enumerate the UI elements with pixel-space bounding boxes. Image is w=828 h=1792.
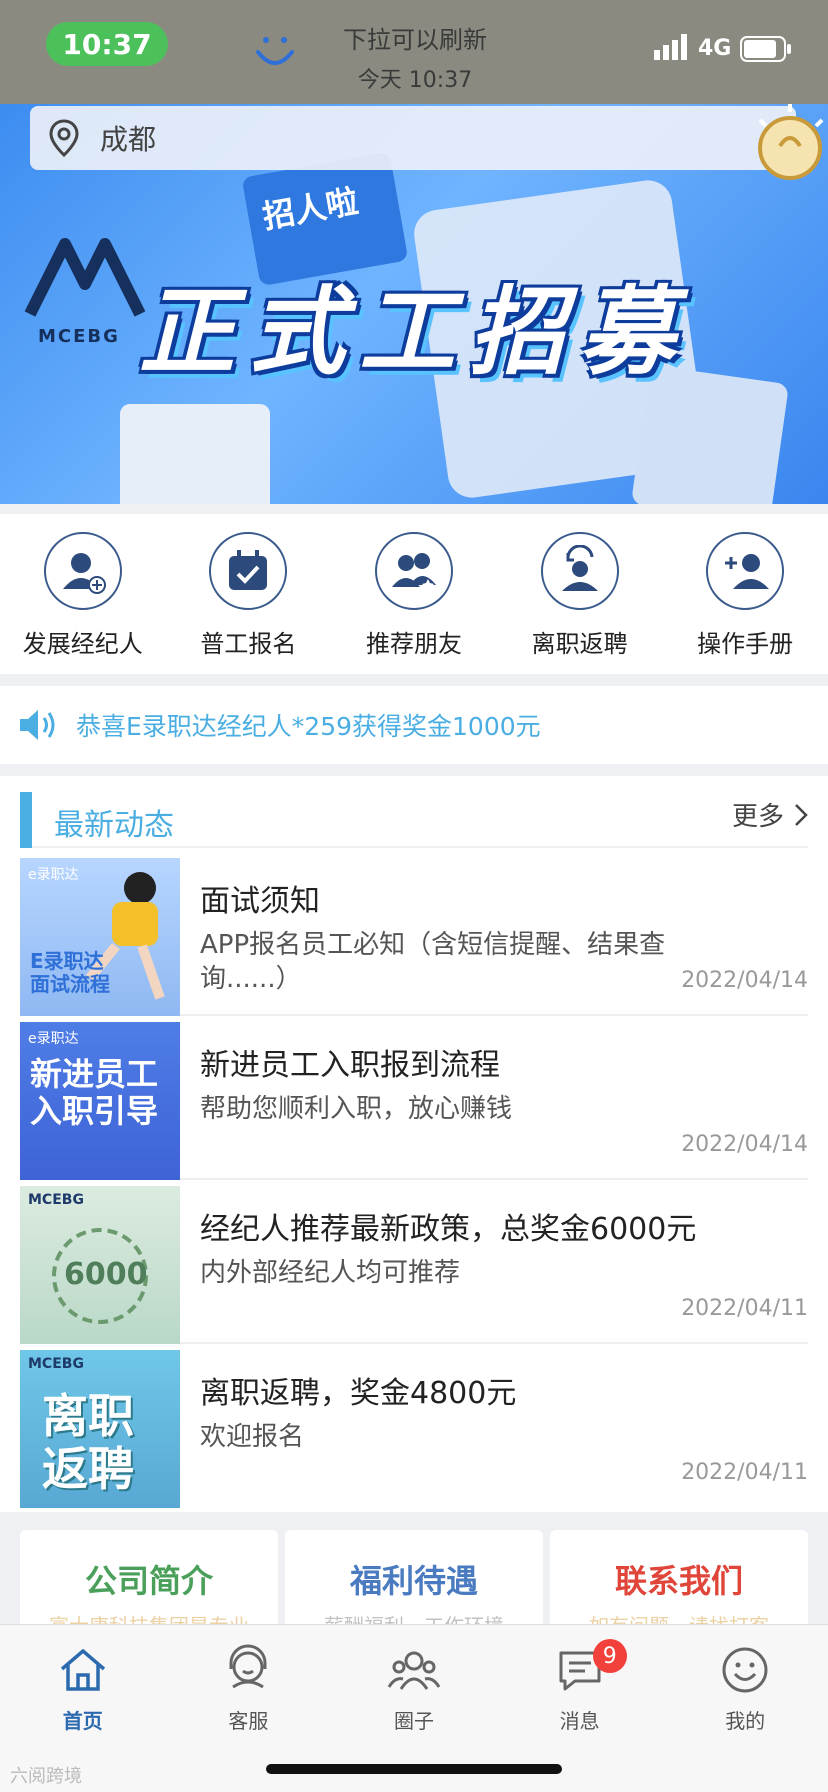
user-add-icon bbox=[43, 532, 122, 610]
speaker-icon bbox=[20, 710, 55, 740]
thumb-caption: 新进员工 入职引导 bbox=[30, 1055, 159, 1130]
tab-home[interactable]: 首页 bbox=[0, 1633, 166, 1743]
battery-icon bbox=[740, 36, 791, 62]
action-worker-signup[interactable]: 普工报名 bbox=[166, 514, 332, 674]
news-item-title: 离职返聘，奖金4800元 bbox=[200, 1376, 517, 1411]
action-manual[interactable]: 操作手册 bbox=[662, 514, 828, 674]
card-title: 福利待遇 bbox=[349, 1562, 478, 1600]
notice-text: 恭喜E录职达经纪人*259获得奖金1000元 bbox=[76, 712, 541, 741]
refresh-time: 今天 10:37 bbox=[357, 68, 473, 93]
status-time: 10:37 bbox=[46, 22, 168, 66]
news-thumbnail: e录职达 新进员工 入职引导 bbox=[20, 1022, 180, 1180]
refresh-hint: 下拉可以刷新 bbox=[343, 26, 487, 54]
tab-messages[interactable]: 消息 9 bbox=[497, 1633, 663, 1743]
tab-service[interactable]: 客服 bbox=[166, 1633, 332, 1743]
home-icon bbox=[60, 1649, 105, 1691]
news-thumbnail: e录职达 E录职达 面试流程 bbox=[20, 858, 180, 1016]
news-item-title: 面试须知 bbox=[200, 884, 320, 919]
news-item-date: 2022/04/11 bbox=[681, 1460, 808, 1485]
news-item[interactable]: MCEBG 离职 返聘 离职返聘，奖金4800元 欢迎报名 2022/04/11 bbox=[20, 1348, 808, 1508]
thumb-caption: 离职 返聘 bbox=[42, 1389, 134, 1496]
watermark: 六阅跨境 bbox=[10, 1766, 82, 1787]
action-label: 普工报名 bbox=[200, 630, 297, 658]
group-icon bbox=[387, 1651, 441, 1690]
news-item-date: 2022/04/11 bbox=[681, 1296, 808, 1321]
banner-calendar-graphic bbox=[120, 404, 270, 504]
news-section-title: 最新动态 bbox=[54, 808, 174, 843]
news-thumbnail: MCEBG 6000 bbox=[20, 1186, 180, 1344]
news-more-link[interactable]: 更多 bbox=[732, 796, 808, 833]
tab-label: 圈子 bbox=[393, 1709, 434, 1733]
news-item-title: 经纪人推荐最新政策，总奖金6000元 bbox=[200, 1212, 697, 1247]
news-item-date: 2022/04/14 bbox=[681, 968, 808, 993]
calendar-check-icon bbox=[209, 532, 288, 610]
news-item[interactable]: e录职达 新进员工 入职引导 新进员工入职报到流程 帮助您顺利入职，放心赚钱 2… bbox=[20, 1020, 808, 1180]
banner-headline: 正式工招募 bbox=[139, 276, 689, 388]
location-selector[interactable]: 成都 bbox=[30, 106, 796, 170]
news-section: 最新动态 更多 e录职达 E录职达 面试流程 面试须知 APP报名员工必知（含短… bbox=[0, 776, 828, 1512]
tab-label: 我的 bbox=[725, 1709, 766, 1733]
home-indicator[interactable] bbox=[266, 1764, 562, 1774]
smile-icon bbox=[722, 1647, 768, 1693]
users-star-icon bbox=[374, 532, 453, 610]
network-type: 4G bbox=[698, 36, 732, 61]
user-plus-icon bbox=[706, 532, 785, 610]
card-title: 公司简介 bbox=[84, 1562, 213, 1600]
news-header: 最新动态 更多 bbox=[20, 786, 808, 848]
action-develop-agent[interactable]: 发展经纪人 bbox=[0, 514, 166, 674]
news-item[interactable]: e录职达 E录职达 面试流程 面试须知 APP报名员工必知（含短信提醒、结果查询… bbox=[20, 856, 808, 1016]
news-more-label: 更多 bbox=[731, 802, 784, 832]
tab-label: 消息 bbox=[559, 1709, 600, 1733]
action-label: 离职返聘 bbox=[531, 630, 628, 658]
news-item-date: 2022/04/14 bbox=[681, 1132, 808, 1157]
signal-icon bbox=[654, 34, 687, 60]
lightbulb-icon[interactable] bbox=[752, 100, 828, 200]
thumb-caption: 6000 bbox=[64, 1257, 148, 1292]
tab-profile[interactable]: 我的 bbox=[662, 1633, 828, 1743]
action-refer-friend[interactable]: 推荐朋友 bbox=[331, 514, 497, 674]
news-thumbnail: MCEBG 离职 返聘 bbox=[20, 1350, 180, 1508]
news-item-title: 新进员工入职报到流程 bbox=[200, 1048, 500, 1083]
news-item-desc: APP报名员工必知（含短信提醒、结果查询......） bbox=[200, 930, 666, 994]
news-item-desc: 帮助您顺利入职，放心赚钱 bbox=[200, 1094, 513, 1124]
thumb-caption: E录职达 面试流程 bbox=[30, 949, 110, 996]
quick-actions: 发展经纪人 普工报名 推荐朋友 离职返聘 操作手册 bbox=[0, 514, 828, 674]
chevron-right-icon bbox=[795, 803, 808, 826]
refresh-smile-icon bbox=[256, 37, 294, 65]
section-accent-bar bbox=[20, 792, 32, 848]
unread-badge: 9 bbox=[592, 1639, 627, 1673]
tab-circle[interactable]: 圈子 bbox=[331, 1633, 497, 1743]
info-cards: 公司简介 富士康科技集团是专业 福利待遇 薪酬福利、工作环境 联系我们 如有问题… bbox=[0, 1512, 828, 1640]
tab-label: 客服 bbox=[228, 1709, 269, 1733]
tab-label: 首页 bbox=[62, 1709, 103, 1733]
status-bar: 10:37 下拉可以刷新 今天 10:37 4G bbox=[0, 0, 828, 104]
news-item[interactable]: MCEBG 6000 经纪人推荐最新政策，总奖金6000元 内外部经纪人均可推荐… bbox=[20, 1184, 808, 1344]
thumb-brand: e录职达 bbox=[28, 1031, 79, 1047]
headset-icon bbox=[229, 1644, 267, 1689]
card-title: 联系我们 bbox=[614, 1562, 743, 1600]
location-pin-icon bbox=[49, 119, 79, 157]
action-rehire[interactable]: 离职返聘 bbox=[497, 514, 663, 674]
user-return-icon bbox=[540, 532, 619, 610]
thumb-brand: MCEBG bbox=[28, 1356, 84, 1372]
action-label: 操作手册 bbox=[697, 630, 794, 658]
news-item-desc: 内外部经纪人均可推荐 bbox=[200, 1258, 461, 1288]
location-city: 成都 bbox=[100, 123, 157, 156]
action-label: 发展经纪人 bbox=[22, 630, 143, 658]
notice-marquee[interactable]: 恭喜E录职达经纪人*259获得奖金1000元 bbox=[0, 686, 828, 764]
news-item-desc: 欢迎报名 bbox=[200, 1422, 305, 1452]
action-label: 推荐朋友 bbox=[365, 630, 462, 658]
